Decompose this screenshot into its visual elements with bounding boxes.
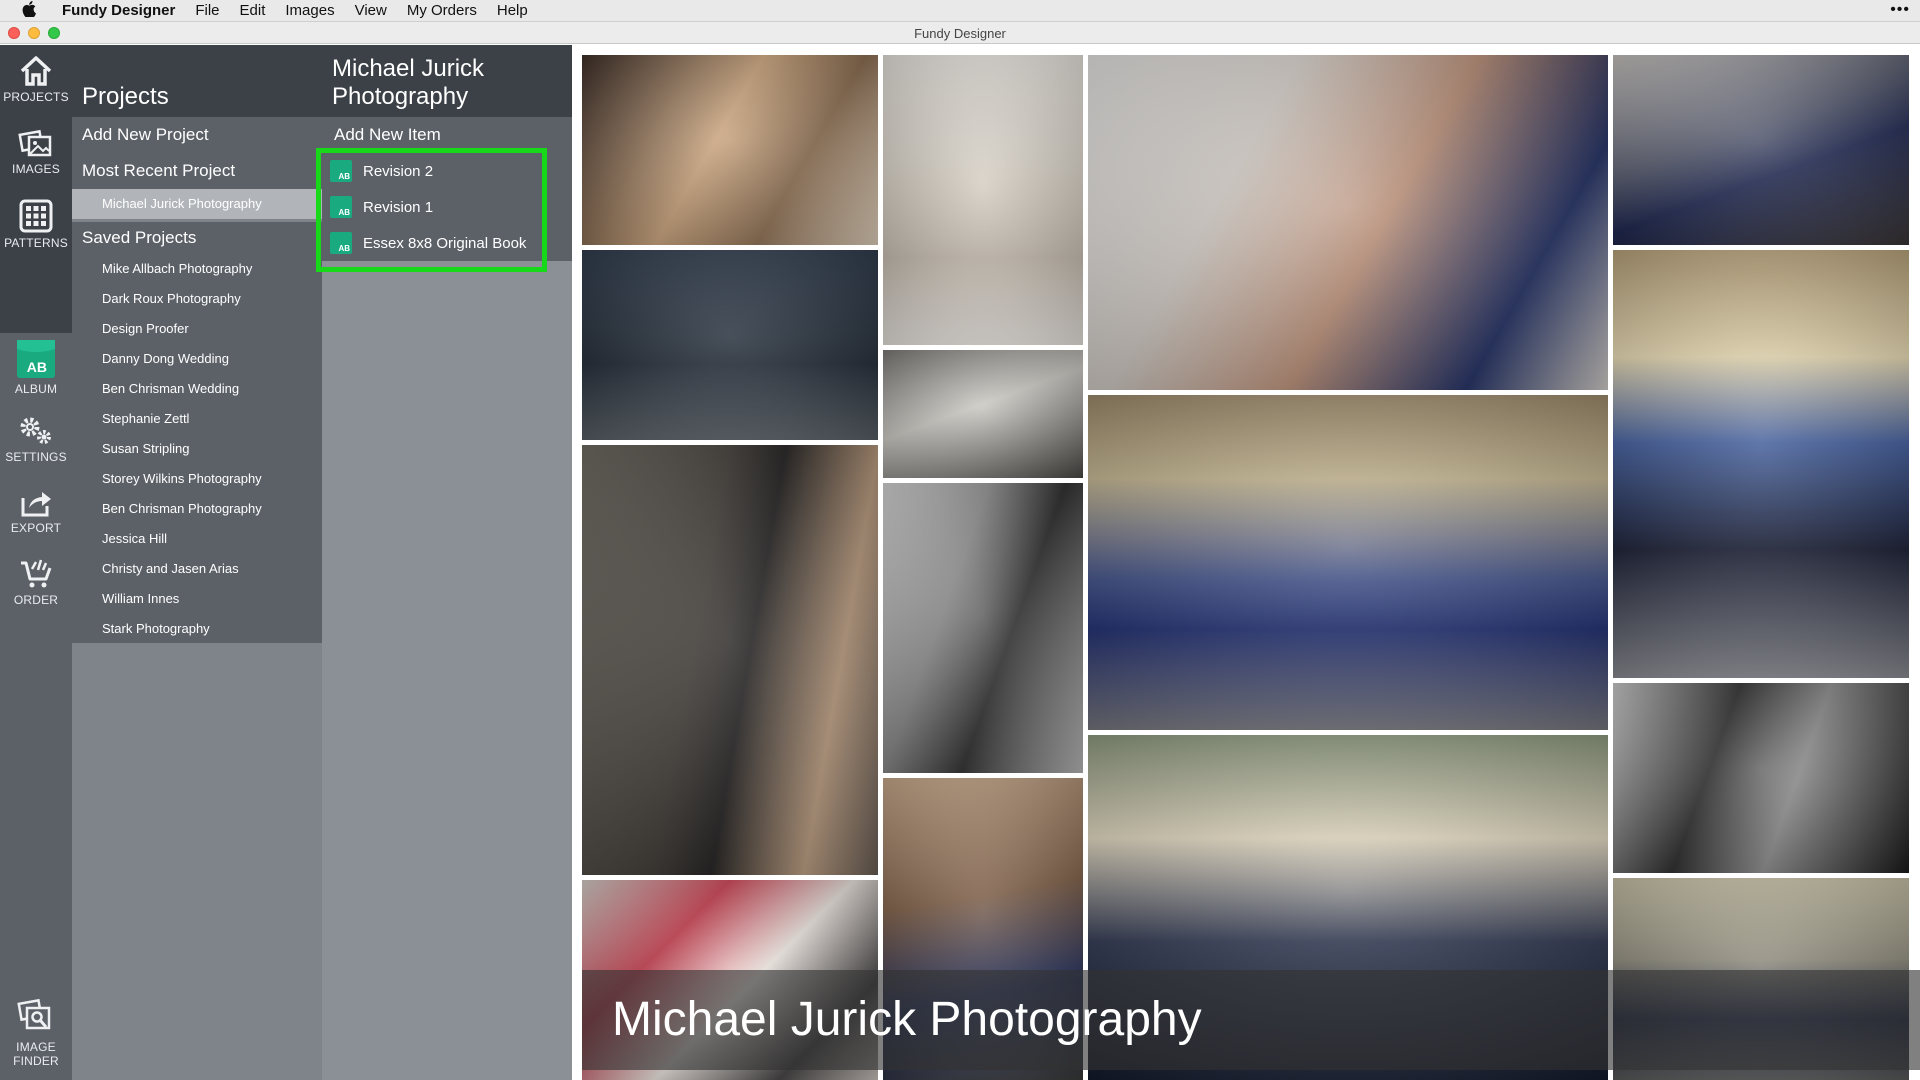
gears-icon [20,417,51,444]
projects-panel: Projects Add New Project Most Recent Pro… [72,45,322,1080]
images-icon [18,129,52,157]
saved-project-item[interactable]: Stephanie Zettl [72,404,322,434]
collage-photo[interactable] [582,250,878,440]
saved-project-item[interactable]: Danny Dong Wedding [72,344,322,374]
window-title: Fundy Designer [914,26,1006,41]
rail-images-label: IMAGES [12,162,60,176]
saved-project-item[interactable]: Christy and Jasen Arias [72,554,322,584]
items-highlight-box [316,148,547,272]
rail-patterns-button[interactable]: PATTERNS [0,199,72,250]
projects-title: Projects [82,83,169,110]
saved-project-item[interactable]: Design Proofer [72,314,322,344]
window-title-bar: Fundy Designer [0,22,1920,44]
saved-project-item[interactable]: Ben Chrisman Photography [72,494,322,524]
rail-image-finder-label-1: IMAGE [16,1040,56,1054]
saved-projects-list: Mike Allbach Photography Dark Roux Photo… [72,254,322,643]
menu-images[interactable]: Images [275,2,344,19]
collage-photo[interactable] [1613,55,1909,245]
rail-projects-label: PROJECTS [3,90,69,104]
items-title: Michael Jurick Photography [332,55,485,110]
collage-photo[interactable] [1088,395,1608,730]
icon-rail: PROJECTS IMAGES PATTERNS AB ALBUM SETTIN… [0,45,72,1080]
collage-photo[interactable] [883,483,1083,773]
rail-image-finder-label-2: FINDER [13,1054,59,1068]
most-recent-project-item[interactable]: Michael Jurick Photography [72,189,322,219]
saved-project-item[interactable]: Susan Stripling [72,434,322,464]
saved-project-item[interactable]: Mike Allbach Photography [72,254,322,284]
album-icon: AB [17,340,55,378]
most-recent-project-label: Most Recent Project [72,153,322,189]
menu-file[interactable]: File [185,2,229,19]
saved-project-item[interactable]: Stark Photography [72,614,322,644]
menu-bar: Fundy Designer File Edit Images View My … [0,0,1920,22]
menu-help[interactable]: Help [487,2,538,19]
home-icon [20,56,52,86]
collage-photo[interactable] [883,55,1083,345]
collage-photo[interactable] [1613,250,1909,678]
svg-text:AB: AB [27,359,47,375]
rail-image-finder-button[interactable]: IMAGE FINDER [0,997,72,1068]
menu-my-orders[interactable]: My Orders [397,2,487,19]
rail-settings-label: SETTINGS [5,450,67,464]
menubar-extras-icon[interactable]: ••• [1890,1,1910,19]
saved-project-item[interactable]: Jessica Hill [72,524,322,554]
saved-project-item[interactable]: Storey Wilkins Photography [72,464,322,494]
collage-photo[interactable] [582,55,878,245]
apple-menu-icon[interactable] [18,0,40,21]
collage-caption: Michael Jurick Photography [612,993,1202,1046]
collage-photo[interactable] [1613,683,1909,873]
collage-photo[interactable] [582,445,878,875]
rail-patterns-label: PATTERNS [4,236,68,250]
collage-photo[interactable] [1088,55,1608,390]
share-icon [21,492,51,517]
saved-project-item[interactable]: William Innes [72,584,322,614]
grid-icon [19,199,53,233]
rail-album-button[interactable]: AB ALBUM [0,339,72,396]
cart-icon [21,559,52,588]
saved-project-item[interactable]: Dark Roux Photography [72,284,322,314]
items-header: Michael Jurick Photography [322,45,572,117]
rail-album-label: ALBUM [14,382,58,396]
menu-edit[interactable]: Edit [230,2,276,19]
menu-view[interactable]: View [345,2,397,19]
projects-header: Projects [72,45,322,117]
rail-images-button[interactable]: IMAGES [0,127,72,176]
rail-projects-button[interactable]: PROJECTS [0,55,72,104]
saved-projects-label: Saved Projects [72,222,322,254]
rail-order-label: ORDER [13,593,59,607]
collage-photo[interactable] [883,350,1083,478]
saved-project-item[interactable]: Ben Chrisman Wedding [72,374,322,404]
add-new-project-button[interactable]: Add New Project [72,117,322,153]
menu-app-name[interactable]: Fundy Designer [52,2,185,19]
caption-band: Michael Jurick Photography [582,970,1920,1070]
rail-settings-button[interactable]: SETTINGS [0,415,72,464]
rail-export-button[interactable]: EXPORT [0,486,72,535]
photo-collage: Michael Jurick Photography [572,45,1920,1080]
image-finder-icon [17,998,51,1030]
rail-export-label: EXPORT [10,521,62,535]
rail-order-button[interactable]: ORDER [0,558,72,607]
